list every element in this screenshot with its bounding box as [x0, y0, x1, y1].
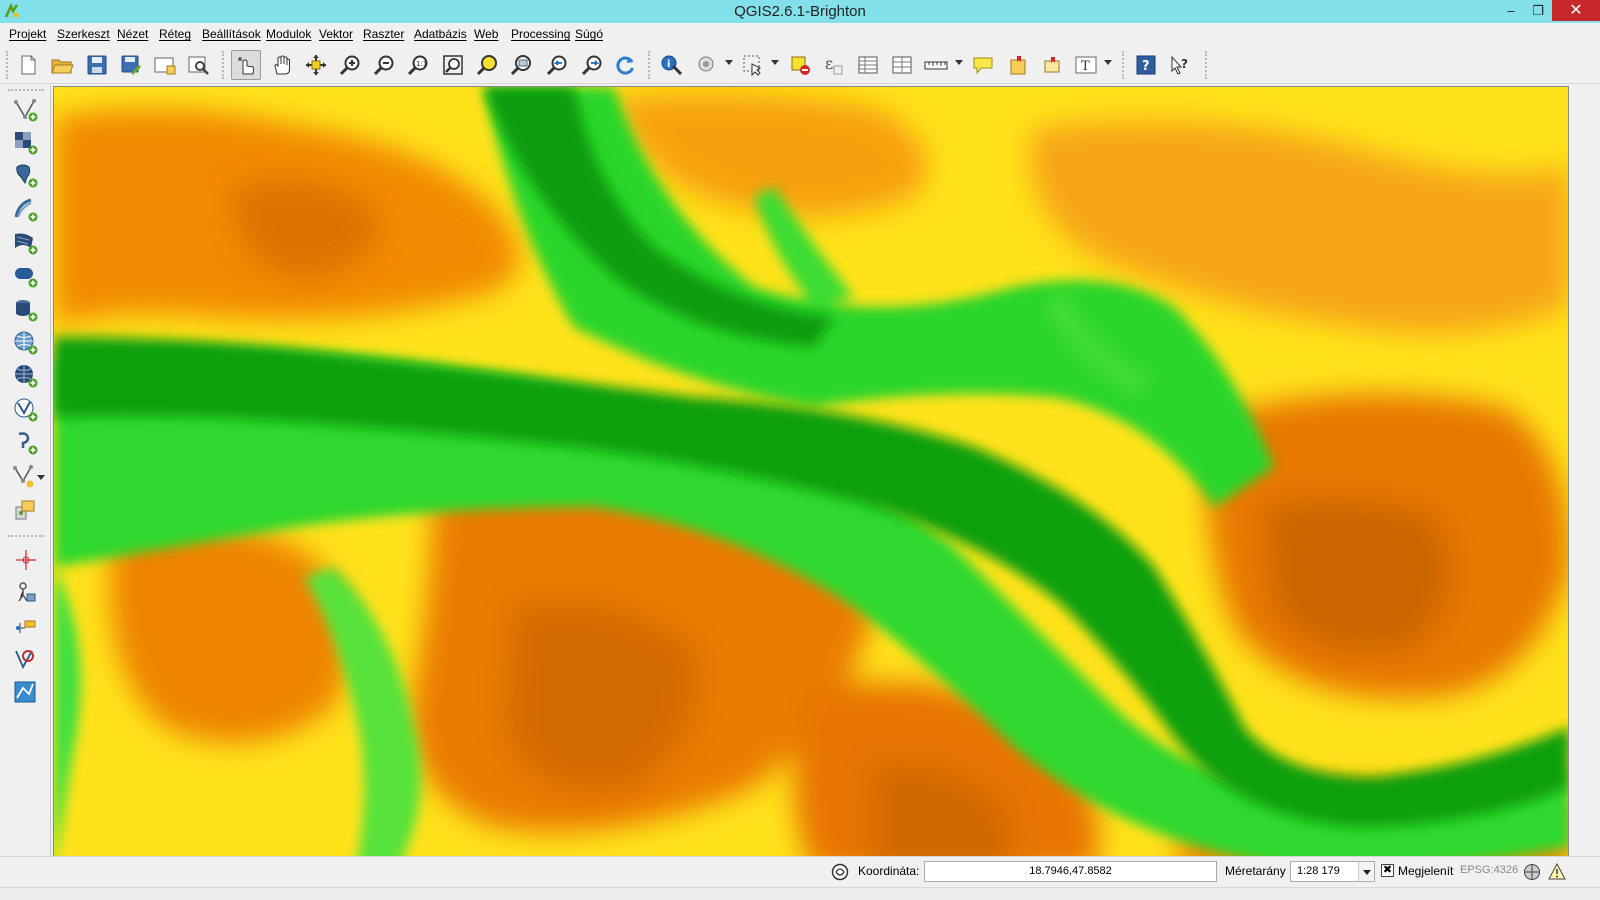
svg-text:ε: ε — [825, 54, 833, 73]
map-canvas[interactable] — [53, 86, 1569, 873]
coordinate-label: Koordináta: — [858, 864, 920, 878]
select-by-rectangle-icon[interactable] — [692, 50, 722, 80]
deselect-icon[interactable] — [785, 50, 815, 80]
chevron-down-icon[interactable] — [725, 60, 733, 65]
add-wfs-layer-icon[interactable] — [10, 395, 42, 425]
refresh-icon[interactable] — [610, 50, 640, 80]
new-bookmark-icon[interactable] — [1003, 50, 1033, 80]
chevron-down-icon[interactable] — [771, 60, 779, 65]
add-delimited-text-layer-icon[interactable] — [10, 428, 42, 458]
svg-text:1:1: 1:1 — [416, 60, 427, 68]
add-mssql-layer-icon[interactable] — [10, 228, 42, 258]
coordinate-capture-icon[interactable] — [10, 578, 42, 608]
status-bar: Koordináta: 18.7946,47.8582 Méretarány 1… — [0, 856, 1600, 900]
georeferencer-icon[interactable] — [10, 545, 42, 575]
scale-combo[interactable]: 1:28 179 — [1290, 861, 1375, 882]
chevron-down-icon[interactable] — [955, 60, 963, 65]
zoom-last-icon[interactable] — [542, 50, 572, 80]
chevron-down-icon[interactable] — [1358, 862, 1374, 881]
title-bar: QGIS2.6.1-Brighton – ❐ ✕ — [0, 0, 1600, 23]
add-postgis-layer-icon[interactable] — [10, 161, 42, 191]
add-db2-layer-icon[interactable] — [10, 295, 42, 325]
menu-nezet[interactable]: Nézet — [117, 27, 148, 41]
add-virtual-layer-icon[interactable] — [10, 495, 42, 525]
zoom-native-icon[interactable]: 1:1 — [403, 50, 433, 80]
svg-text:T: T — [1081, 59, 1090, 74]
new-print-composer-icon[interactable] — [150, 50, 180, 80]
composer-manager-icon[interactable] — [184, 50, 214, 80]
messages-icon[interactable] — [830, 862, 850, 882]
svg-text:?: ? — [1142, 59, 1150, 74]
zoom-in-icon[interactable] — [335, 50, 365, 80]
zoom-to-layer-icon[interactable] — [506, 50, 536, 80]
save-as-icon[interactable] — [116, 50, 146, 80]
statistics-icon[interactable] — [887, 50, 917, 80]
window-title: QGIS2.6.1-Brighton — [734, 3, 866, 20]
menu-reteg[interactable]: Réteg — [159, 27, 191, 41]
whats-this-icon[interactable]: ? — [1165, 50, 1195, 80]
menu-processing[interactable]: Processing — [511, 27, 570, 41]
spatial-query-icon[interactable] — [10, 645, 42, 675]
warning-icon[interactable] — [1547, 862, 1567, 882]
open-project-icon[interactable] — [47, 50, 77, 80]
add-vector-layer-icon[interactable] — [10, 95, 42, 125]
help-contents-icon[interactable]: ? — [1131, 50, 1161, 80]
zoom-to-selection-icon[interactable] — [472, 50, 502, 80]
bottom-strip — [0, 887, 1600, 900]
menu-bar: Projekt Szerkeszt Nézet Réteg Beállításo… — [0, 23, 1600, 45]
scale-label: Méretarány — [1225, 864, 1286, 878]
measure-icon[interactable] — [921, 50, 951, 80]
zoom-out-icon[interactable] — [369, 50, 399, 80]
menu-raszter[interactable]: Raszter — [363, 27, 404, 41]
projection-icon[interactable] — [1522, 862, 1542, 882]
close-button[interactable]: ✕ — [1552, 0, 1600, 21]
zoom-full-icon[interactable] — [438, 50, 468, 80]
maximize-button[interactable]: ❐ — [1523, 0, 1553, 21]
menu-web[interactable]: Web — [474, 27, 498, 41]
chevron-down-icon[interactable] — [1104, 60, 1112, 65]
render-label: Megjelenít — [1398, 864, 1454, 878]
scale-value: 1:28 179 — [1297, 865, 1340, 877]
add-wcs-layer-icon[interactable] — [10, 361, 42, 391]
heatmap-icon[interactable] — [10, 678, 42, 708]
show-bookmarks-icon[interactable] — [1037, 50, 1067, 80]
save-project-icon[interactable] — [82, 50, 112, 80]
open-attribute-table-icon[interactable] — [853, 50, 883, 80]
minimize-button[interactable]: – — [1496, 0, 1526, 21]
main-toolbar: 1:1 i ε T ? ? — [0, 45, 1600, 84]
pan-icon[interactable] — [267, 50, 297, 80]
menu-adatbazis[interactable]: Adatbázis — [414, 27, 467, 41]
menu-modulok[interactable]: Modulok — [266, 27, 311, 41]
touch-zoom-icon[interactable] — [231, 50, 261, 80]
new-project-icon[interactable] — [13, 50, 43, 80]
add-wms-layer-icon[interactable] — [10, 328, 42, 358]
gps-tools-icon[interactable] — [10, 611, 42, 641]
chevron-down-icon[interactable] — [37, 475, 45, 480]
select-features-icon[interactable] — [738, 50, 768, 80]
coordinate-field[interactable]: 18.7946,47.8582 — [924, 861, 1217, 882]
identify-icon[interactable]: i — [657, 50, 687, 80]
pan-to-selection-icon[interactable] — [301, 50, 331, 80]
menu-szerkeszt[interactable]: Szerkeszt — [57, 27, 110, 41]
menu-sugo[interactable]: Súgó — [575, 27, 603, 41]
elevation-raster — [54, 87, 1568, 872]
menu-beallitasok[interactable]: Beállítások — [202, 27, 261, 41]
field-calculator-icon[interactable]: ε — [818, 50, 848, 80]
layer-toolbar — [0, 85, 51, 871]
menu-vektor[interactable]: Vektor — [319, 27, 353, 41]
add-oracle-layer-icon[interactable] — [10, 261, 42, 291]
add-spatialite-layer-icon[interactable] — [10, 195, 42, 225]
svg-text:i: i — [667, 59, 670, 70]
add-raster-layer-icon[interactable] — [10, 128, 42, 158]
map-tips-icon[interactable] — [968, 50, 998, 80]
zoom-next-icon[interactable] — [577, 50, 607, 80]
text-annotation-icon[interactable]: T — [1071, 50, 1101, 80]
menu-projekt[interactable]: Projekt — [9, 27, 46, 41]
svg-text:?: ? — [1181, 57, 1188, 71]
crs-status[interactable]: EPSG:4326 — [1460, 864, 1518, 876]
render-checkbox[interactable]: ✖ — [1381, 864, 1394, 877]
